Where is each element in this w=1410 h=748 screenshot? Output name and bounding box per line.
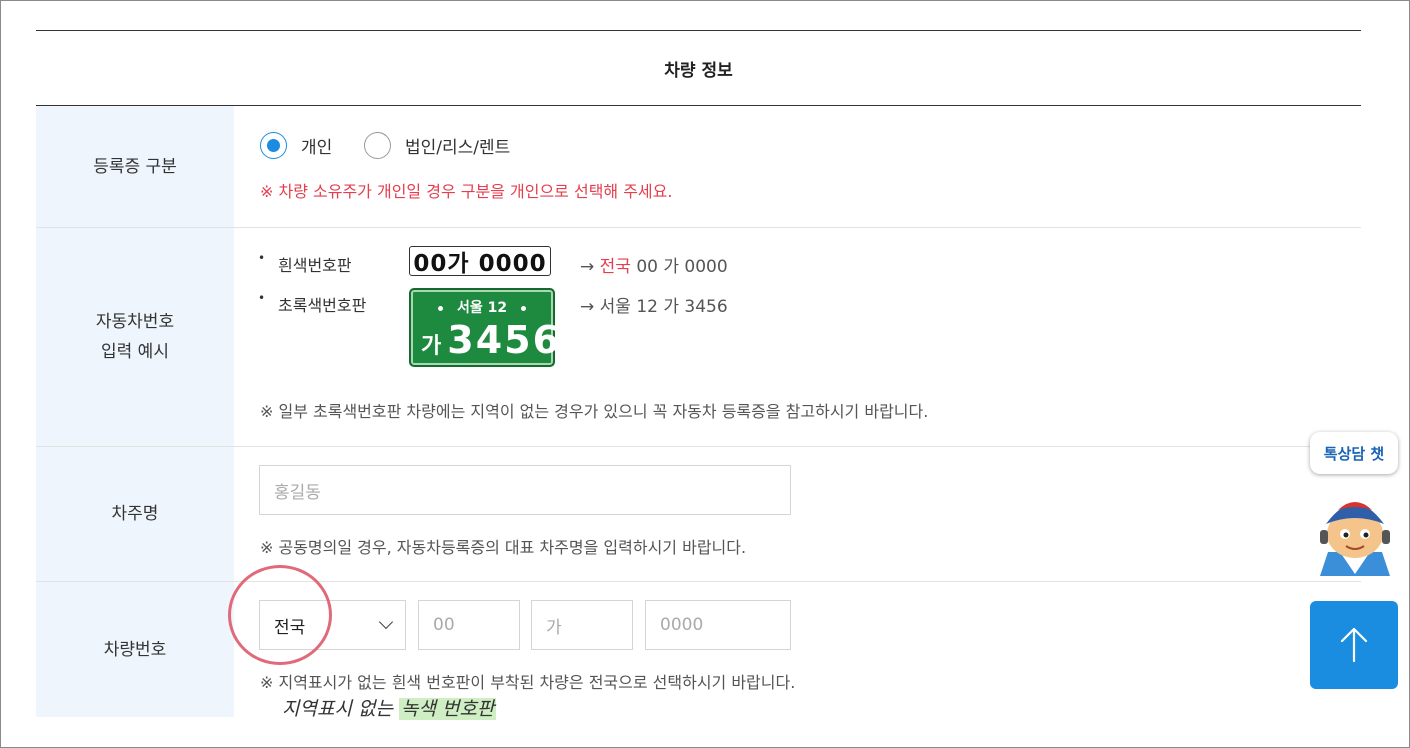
owner-name-input[interactable]: 홍길동: [259, 465, 791, 515]
radio-corporate[interactable]: 법인/리스/렌트: [364, 132, 510, 159]
radio-unchecked-icon[interactable]: [364, 132, 391, 159]
green-plate-num: 3456: [447, 318, 562, 362]
vehicle-korean-input[interactable]: 가: [531, 600, 633, 650]
owner-label: 차주명: [36, 447, 234, 581]
radio-corporate-label: 법인/리스/렌트: [405, 138, 511, 158]
radio-individual-label: 개인: [301, 138, 333, 158]
white-plate-image: 00가 0000: [409, 246, 551, 277]
section-title: 차량 정보: [36, 30, 1361, 106]
chevron-down-icon: [378, 614, 394, 630]
scroll-top-button[interactable]: [1310, 601, 1398, 689]
vehicle-number-label: 차량번호: [36, 582, 234, 717]
owner-row: 차주명 홍길동 ※ 공동명의일 경우, 자동차등록증의 대표 차주명을 입력하시…: [36, 447, 1361, 582]
green-plate-kor: 가: [421, 334, 442, 359]
radio-checked-icon[interactable]: [260, 132, 287, 159]
chat-consult-button[interactable]: 톡상담 챗: [1310, 432, 1398, 474]
arrow-up-icon: [1340, 627, 1368, 663]
registration-note: ※ 차량 소유주가 개인일 경우 구분을 개인으로 선택해 주세요.: [260, 182, 673, 201]
annotation-highlight: 녹색 번호판: [398, 698, 497, 720]
white-arrow: →: [580, 257, 600, 277]
registration-label: 등록증 구분: [36, 106, 234, 227]
green-plate-top: 서울 12: [411, 297, 553, 317]
example-label-line2: 입력 예시: [101, 342, 169, 362]
registration-row: 등록증 구분 개인 법인/리스/렌트 ※ 차량 소유주가 개인일 경우 구분을 …: [36, 106, 1361, 228]
green-plate-bottom: 가 3456: [421, 318, 559, 362]
radio-individual[interactable]: 개인: [260, 132, 332, 159]
vehicle-serial-input[interactable]: 0000: [645, 600, 791, 650]
annotation-text: 지역표시 없는: [282, 698, 399, 720]
handwritten-annotation: 지역표시 없는 녹색 번호판: [282, 694, 497, 721]
example-note: ※ 일부 초록색번호판 차량에는 지역이 없는 경우가 있으니 꼭 자동차 등록…: [260, 402, 929, 421]
vehicle-number-input[interactable]: 00: [418, 600, 520, 650]
white-region: 전국: [599, 257, 631, 277]
green-plate-result: → 서울 12 가 3456: [580, 297, 728, 317]
owner-cell: 홍길동 ※ 공동명의일 경우, 자동차등록증의 대표 차주명을 입력하시기 바랍…: [234, 447, 1361, 581]
example-cell: 흰색번호판 00가 0000 → 전국 00 가 0000 초록색번호판 서울 …: [234, 228, 1361, 446]
white-plate-name: 흰색번호판: [258, 251, 352, 276]
vehicle-number-note: ※ 지역표시가 없는 흰색 번호판이 부착된 차량은 전국으로 선택하시기 바랍…: [260, 673, 796, 692]
example-label: 자동차번호 입력 예시: [36, 228, 234, 446]
owner-note: ※ 공동명의일 경우, 자동차등록증의 대표 차주명을 입력하시기 바랍니다.: [260, 538, 747, 557]
green-plate-name: 초록색번호판: [258, 291, 366, 316]
registration-cell: 개인 법인/리스/렌트 ※ 차량 소유주가 개인일 경우 구분을 개인으로 선택…: [234, 106, 1361, 227]
highlight-circle-mark: [228, 565, 332, 665]
mascot-icon[interactable]: [1310, 490, 1400, 578]
white-plate-result: → 전국 00 가 0000: [580, 252, 728, 277]
example-row: 자동차번호 입력 예시 흰색번호판 00가 0000 → 전국 00 가 000…: [36, 228, 1361, 447]
green-plate-image: 서울 12 가 3456: [409, 288, 559, 367]
white-rest: 00 가 0000: [630, 257, 728, 277]
example-label-line1: 자동차번호: [95, 312, 175, 332]
